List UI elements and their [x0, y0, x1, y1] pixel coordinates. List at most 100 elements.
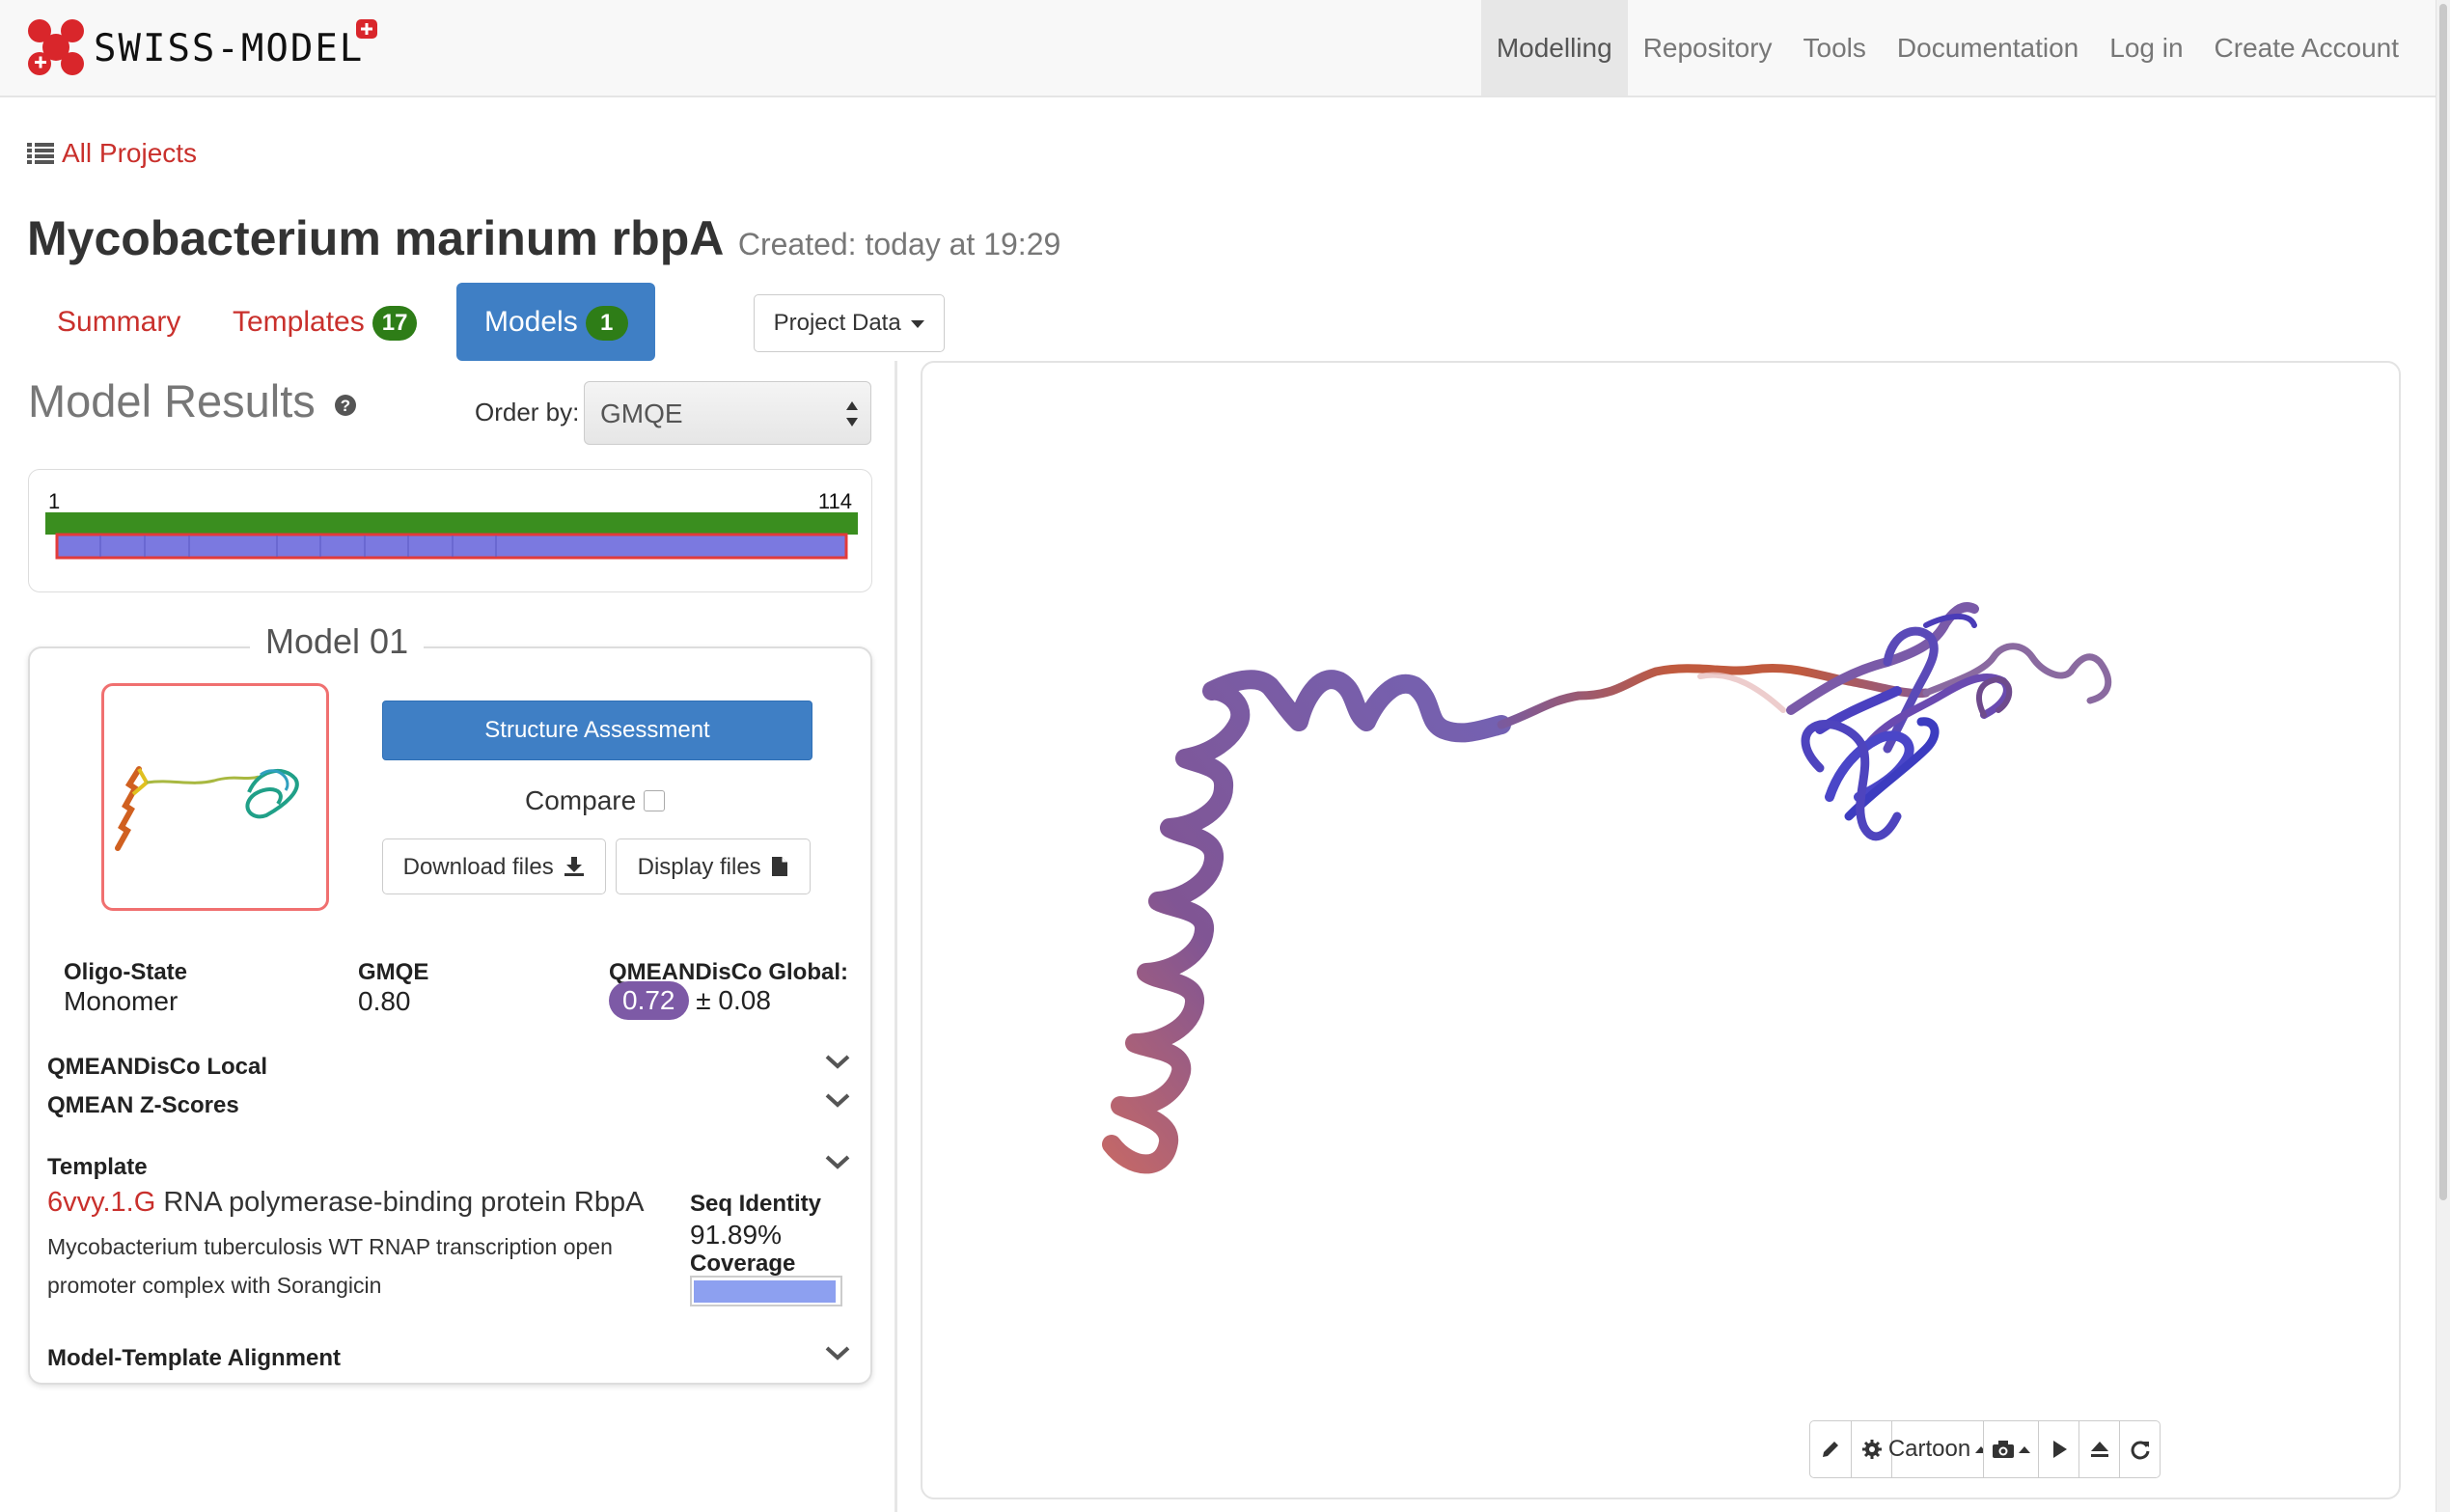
swiss-cross-icon [356, 19, 377, 39]
model-thumbnail[interactable] [101, 683, 329, 911]
pencil-button[interactable] [1809, 1420, 1852, 1478]
select-arrows-icon [846, 401, 858, 426]
oligo-state-value: Monomer [64, 986, 179, 1016]
nav-log-in[interactable]: Log in [2094, 0, 2198, 96]
tab-summary[interactable]: Summary [29, 283, 212, 361]
models-count-badge: 1 [585, 306, 628, 342]
seq-identity-value: 91.89% [690, 1220, 782, 1250]
protein-cartoon-render[interactable] [922, 363, 2399, 1498]
chevron-down-icon[interactable] [824, 1092, 851, 1110]
camera-icon [1993, 1441, 2014, 1458]
reset-view-button[interactable] [2119, 1420, 2161, 1478]
page-scrollbar[interactable] [2436, 0, 2450, 1512]
template-coverage-bar [690, 1276, 842, 1306]
coverage-bar [45, 512, 858, 560]
model-coverage-bar[interactable] [55, 533, 848, 560]
scrollbar-thumb[interactable] [2439, 4, 2447, 1200]
project-data-label: Project Data [773, 310, 901, 336]
caret-down-icon [911, 319, 925, 328]
project-data-dropdown[interactable]: Project Data [754, 294, 945, 352]
swiss-model-logo[interactable]: SWISS-MODEL [26, 17, 395, 77]
order-by-label: Order by: [475, 398, 580, 426]
nav-documentation[interactable]: Documentation [1882, 0, 2094, 96]
svg-text:?: ? [341, 397, 350, 415]
model-template-alignment-heading[interactable]: Model-Template Alignment [47, 1345, 341, 1372]
screenshot-dropdown[interactable] [1983, 1420, 2039, 1478]
structure-assessment-button[interactable]: Structure Assessment [382, 701, 812, 760]
pencil-icon [1823, 1442, 1838, 1457]
nav-repository[interactable]: Repository [1628, 0, 1788, 96]
navbar: SWISS-MODEL Modelling Repository Tools D… [0, 0, 2436, 97]
representation-label: Cartoon [1887, 1436, 1971, 1462]
nav-menu: Modelling Repository Tools Documentation… [1480, 0, 2414, 96]
download-files-button[interactable]: Download files [382, 838, 606, 894]
tab-templates[interactable]: Templates 17 [221, 283, 463, 361]
coverage-end: 114 [817, 489, 852, 513]
qmeandisco-score-pill: 0.72 [609, 981, 689, 1020]
model-results-title: Model Results [28, 375, 316, 426]
caret-up-icon [2019, 1445, 2030, 1453]
model-results-heading: Model Results ? [28, 374, 357, 427]
settings-button[interactable] [1851, 1420, 1892, 1478]
nav-modelling[interactable]: Modelling [1480, 0, 1628, 96]
model-card: Model 01 Structure Assessment Compare Do… [28, 621, 872, 1385]
file-icon [772, 857, 788, 876]
tab-models[interactable]: Models 1 [456, 283, 655, 361]
panel-divider[interactable] [895, 361, 897, 1512]
compare-label: Compare [525, 785, 637, 815]
project-name: Mycobacterium marinum rbpA [27, 211, 725, 265]
tab-templates-label: Templates [233, 306, 365, 338]
qmeandisco-error: ± 0.08 [696, 985, 771, 1015]
oligo-state-label: Oligo-State [64, 959, 188, 985]
coverage-label: Coverage [690, 1251, 796, 1277]
eject-button[interactable] [2078, 1420, 2120, 1478]
representation-dropdown[interactable]: Cartoon [1887, 1420, 1988, 1478]
compare-checkbox[interactable] [644, 790, 666, 811]
all-projects-label: All Projects [62, 138, 198, 168]
coverage-overview: 1 114 [28, 469, 872, 592]
coil-fragment [1697, 672, 1786, 713]
tab-models-label: Models [484, 306, 578, 338]
display-files-label: Display files [637, 854, 761, 880]
qmeandisco-global-value: 0.72 ± 0.08 [609, 981, 771, 1020]
chevron-down-icon[interactable] [824, 1345, 851, 1362]
display-files-button[interactable]: Display files [616, 838, 811, 894]
download-icon [564, 857, 585, 876]
question-circle-icon[interactable]: ? [334, 394, 357, 417]
structure-viewer[interactable]: Cartoon [921, 361, 2401, 1499]
download-files-label: Download files [402, 854, 554, 880]
template-heading[interactable]: Template [47, 1154, 148, 1181]
nav-create-account[interactable]: Create Account [2199, 0, 2414, 96]
refresh-icon [2131, 1441, 2149, 1460]
template-coverage-fill [694, 1280, 836, 1303]
compare-option[interactable]: Compare [525, 785, 666, 816]
qmean-zscores-heading[interactable]: QMEAN Z-Scores [47, 1092, 239, 1119]
swiss-model-logo-icon [28, 19, 84, 75]
page-title: Mycobacterium marinum rbpA Created: toda… [27, 210, 1060, 266]
nav-tools[interactable]: Tools [1788, 0, 1882, 96]
target-sequence-bar [45, 512, 858, 535]
beta-sheet-domain [1786, 602, 2112, 841]
all-projects-link[interactable]: All Projects [27, 138, 197, 169]
list-icon [27, 143, 54, 164]
chevron-down-icon[interactable] [824, 1054, 851, 1071]
seq-identity-label: Seq Identity [690, 1191, 822, 1217]
created-timestamp: Created: today at 19:29 [737, 227, 1061, 261]
play-icon [2052, 1441, 2067, 1458]
gear-icon [1861, 1440, 1882, 1459]
template-title: 6vvy.1.G RNA polymerase-binding protein … [47, 1187, 644, 1219]
templates-count-badge: 17 [372, 306, 418, 342]
gmqe-value: 0.80 [358, 986, 411, 1016]
play-button[interactable] [2038, 1420, 2079, 1478]
tab-summary-label: Summary [57, 306, 181, 338]
template-id-link[interactable]: 6vvy.1.G [47, 1187, 155, 1218]
order-by-select[interactable]: GMQE [584, 381, 871, 445]
viewer-toolbar: Cartoon [1809, 1420, 2161, 1480]
model-thumbnail-image [115, 766, 299, 851]
qmeandisco-local-heading[interactable]: QMEANDisCo Local [47, 1054, 267, 1081]
order-by-value: GMQE [600, 399, 683, 428]
eject-icon [2090, 1442, 2108, 1457]
coverage-start: 1 [48, 489, 61, 513]
chevron-down-icon[interactable] [824, 1154, 851, 1171]
gmqe-label: GMQE [358, 959, 429, 985]
